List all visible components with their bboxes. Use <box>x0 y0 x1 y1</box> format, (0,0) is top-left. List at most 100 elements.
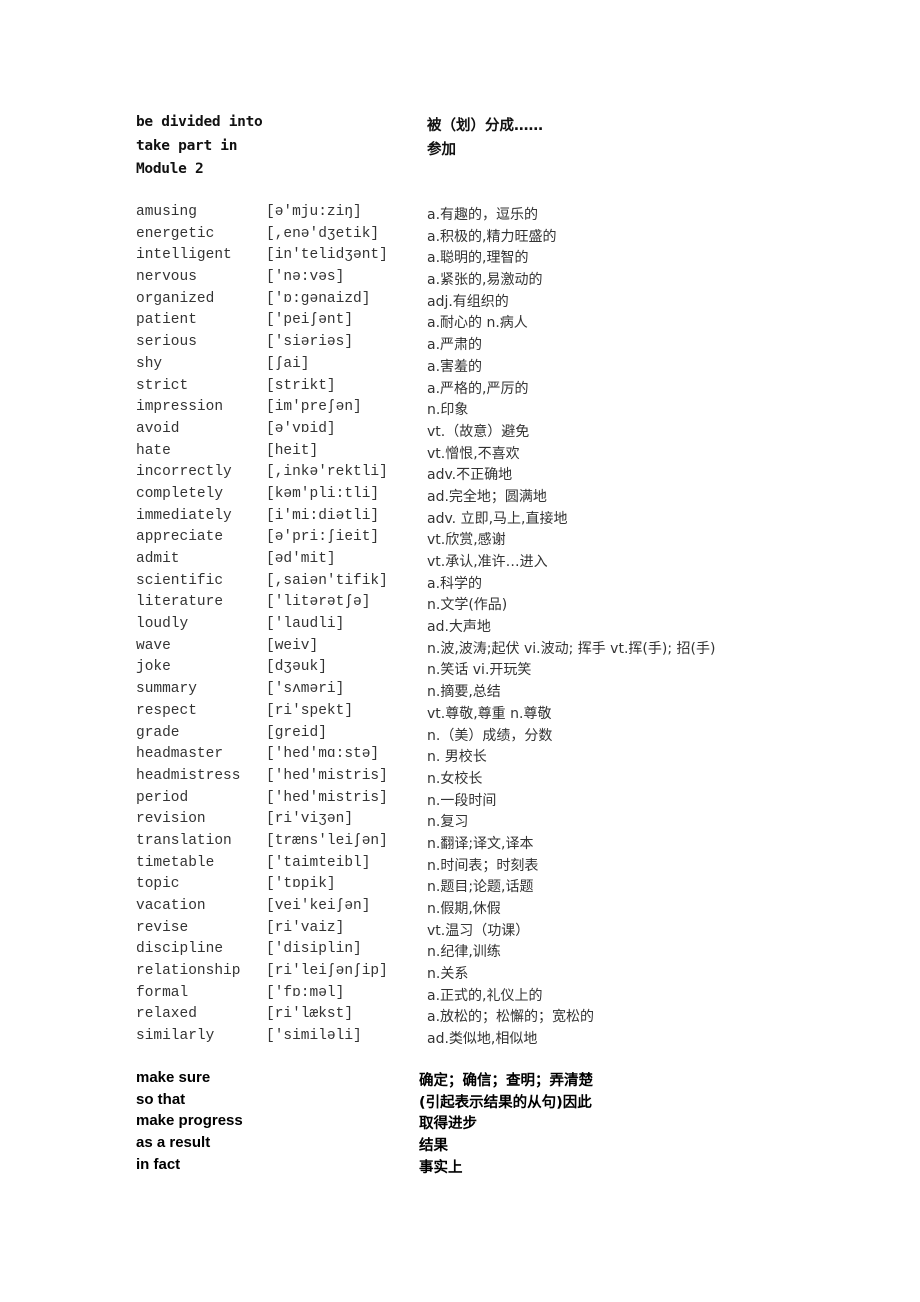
vocab-phonetic: ['tɒpik] <box>266 876 336 893</box>
vocab-phonetic: ['disiplin] <box>266 941 362 958</box>
vocab-phonetic: ['hed'mistris] <box>266 767 388 784</box>
vocab-word: patient <box>136 312 197 329</box>
vocab-word: avoid <box>136 420 180 437</box>
vocab-phonetic: [vei'keiʃən] <box>266 898 371 914</box>
vocab-phonetic: [ri'vaiz] <box>266 919 345 936</box>
vocab-word: revision <box>136 811 206 828</box>
vocab-meaning: n.题目;论题,话题 <box>427 879 534 896</box>
vocab-meaning: n. 男校长 <box>427 749 487 766</box>
vocab-word: completely <box>136 485 224 502</box>
vocab-phonetic: [ri'viʒən] <box>266 811 354 828</box>
vocab-meaning: a.放松的；松懈的；宽松的 <box>427 1009 595 1026</box>
vocab-meaning: adj.有组织的 <box>427 293 509 310</box>
vocab-phonetic: ['fɒ:məl] <box>266 984 345 1001</box>
vocab-word: serious <box>136 334 197 351</box>
phrase-english: as a result <box>136 1134 211 1152</box>
vocab-word: loudly <box>136 616 189 633</box>
vocab-word: incorrectly <box>136 464 232 481</box>
vocab-meaning: n.笑话 vi.开玩笑 <box>427 662 532 679</box>
vocab-meaning: a.积极的,精力旺盛的 <box>427 228 557 245</box>
vocab-word: organized <box>136 290 215 307</box>
vocab-phonetic: [ə'vɒid] <box>266 420 336 437</box>
phrase-chinese: 被（划）分成…… <box>427 118 543 134</box>
vocab-word: wave <box>136 637 171 654</box>
vocab-word: period <box>136 789 189 806</box>
vocab-word: immediately <box>136 507 232 524</box>
module-heading: Module 2 <box>136 161 204 177</box>
phrase-english: so that <box>136 1090 186 1108</box>
vocab-meaning: a.科学的 <box>427 575 483 592</box>
vocab-meaning: vt.憎恨,不喜欢 <box>427 445 520 462</box>
vocab-word: relaxed <box>136 1006 197 1023</box>
vocab-meaning: a.害羞的 <box>427 358 483 375</box>
vocab-meaning: ad.完全地；圆满地 <box>427 488 547 505</box>
phrase-chinese: 结果 <box>419 1138 448 1155</box>
phrase-english: take part in <box>136 137 238 154</box>
vocab-meaning: vt.（故意）避免 <box>427 423 530 440</box>
vocab-word: timetable <box>136 854 215 871</box>
vocab-meaning: n.假期,休假 <box>427 901 501 917</box>
vocab-phonetic: ['laudli] <box>266 616 345 633</box>
vocab-meaning: a.有趣的，逗乐的 <box>427 207 539 223</box>
vocab-phonetic: [i'mi:diətli] <box>266 507 380 524</box>
vocab-meaning: n.翻译;译文,译本 <box>427 835 534 852</box>
vocab-meaning: n.波,波涛;起伏 vi.波动; 挥手 vt.挥(手); 招(手) <box>427 640 716 657</box>
vocab-word: amusing <box>136 204 197 220</box>
phrase-chinese: 确定；确信；查明；弄清楚 <box>419 1073 593 1089</box>
vocab-word: revise <box>136 919 189 936</box>
phrase-english: make sure <box>136 1069 211 1086</box>
vocab-word: nervous <box>136 269 197 286</box>
vocab-meaning: n.印象 <box>427 402 469 419</box>
vocab-word: relationship <box>136 963 241 980</box>
vocab-word: intelligent <box>136 247 232 264</box>
vocab-phonetic: [,enə'dʒetik] <box>266 225 380 242</box>
document-page: be divided into 被（划）分成…… take part in 参加… <box>0 0 920 1302</box>
vocab-meaning: n.文学(作品) <box>427 597 508 614</box>
vocab-phonetic: [ə'pri:ʃieit] <box>266 529 380 546</box>
vocab-phonetic: [,saiən'tifik] <box>266 572 388 589</box>
vocab-phonetic: [strikt] <box>266 377 336 394</box>
vocab-phonetic: ['nə:vəs] <box>266 269 345 286</box>
vocab-word: similarly <box>136 1028 215 1045</box>
vocab-meaning: vt.温习（功课） <box>427 922 530 939</box>
vocab-meaning: n.一段时间 <box>427 792 497 809</box>
vocab-word: hate <box>136 442 171 459</box>
vocab-phonetic: ['taimteibl] <box>266 854 371 871</box>
vocab-phonetic: ['hed'mɑ:stə] <box>266 746 380 763</box>
vocab-phonetic: [heit] <box>266 442 319 459</box>
vocab-phonetic: ['ɒ:gənaizd] <box>266 290 371 307</box>
vocab-phonetic: [greid] <box>266 724 327 741</box>
vocab-meaning: n.关系 <box>427 966 469 983</box>
vocab-word: translation <box>136 832 232 849</box>
vocab-meaning: ad.大声地 <box>427 619 491 636</box>
vocab-word: joke <box>136 659 171 676</box>
vocab-phonetic: [weiv] <box>266 637 319 654</box>
vocab-phonetic: [træns'leiʃən] <box>266 832 388 849</box>
vocab-meaning: n.时间表；时刻表 <box>427 857 539 874</box>
vocab-meaning: adv. 立即,马上,直接地 <box>427 510 568 527</box>
vocab-word: summary <box>136 681 197 698</box>
vocab-phonetic: [,inkə'rektli] <box>266 464 388 481</box>
vocab-meaning: a.耐心的 n.病人 <box>427 315 528 332</box>
vocab-phonetic: ['sʌməri] <box>266 681 345 698</box>
vocab-meaning: a.聪明的,理智的 <box>427 250 529 267</box>
vocab-word: respect <box>136 702 197 719</box>
vocab-word: shy <box>136 355 163 372</box>
phrase-chinese: (引起表示结果的从句)因此 <box>419 1094 592 1111</box>
phrase-chinese: 事实上 <box>419 1159 463 1176</box>
phrase-chinese: 取得进步 <box>419 1116 477 1133</box>
vocab-meaning: n.（美）成绩，分数 <box>427 727 553 744</box>
vocab-meaning: vt.尊敬,尊重 n.尊敬 <box>427 705 552 722</box>
vocab-word: admit <box>136 551 180 567</box>
vocab-phonetic: [əd'mit] <box>266 551 336 567</box>
vocab-word: discipline <box>136 941 224 958</box>
vocab-phonetic: [ri'spekt] <box>266 702 354 719</box>
vocab-phonetic: [ʃai] <box>266 355 310 372</box>
vocab-phonetic: ['hed'mistris] <box>266 789 388 806</box>
vocab-meaning: a.正式的,礼仪上的 <box>427 987 543 1004</box>
vocab-meaning: n.纪律,训练 <box>427 944 501 961</box>
vocab-word: formal <box>136 984 189 1001</box>
vocab-word: strict <box>136 377 189 394</box>
vocab-word: scientific <box>136 572 224 589</box>
vocab-word: literature <box>136 594 224 611</box>
